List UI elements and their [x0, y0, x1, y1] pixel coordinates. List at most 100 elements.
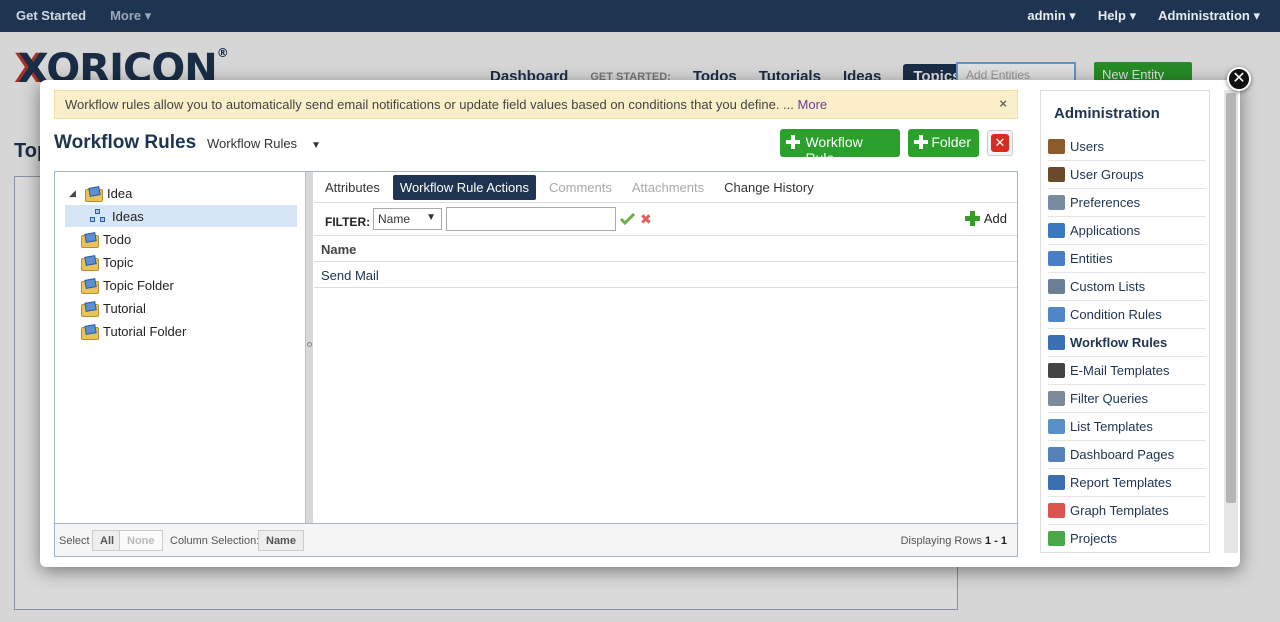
tree-item-label: Tutorial [103, 300, 146, 316]
tree-item-ideas[interactable]: Ideas [65, 205, 297, 227]
tab-attributes[interactable]: Attributes [318, 175, 387, 200]
notice-more-link[interactable]: More [798, 97, 828, 112]
tree-item-label: Tutorial Folder [103, 323, 187, 339]
sidebar-item-label: List Templates [1070, 419, 1153, 434]
sidebar-item-graph-templates[interactable]: Graph Templates [1048, 497, 1206, 525]
tab-change-history[interactable]: Change History [717, 175, 821, 200]
add-folder-button[interactable]: Folder [908, 129, 979, 157]
tab-comments: Comments [549, 179, 612, 195]
sidebar-item-users[interactable]: Users [1048, 133, 1206, 161]
sidebar-item-e-mail-templates[interactable]: E-Mail Templates [1048, 357, 1206, 385]
more-menu[interactable]: More ▾ [110, 8, 151, 24]
entities-icon [1048, 251, 1065, 266]
administration-panel: Administration Users User Groups Preferenc… [1040, 90, 1210, 553]
sidebar-item-dashboard-pages[interactable]: Dashboard Pages [1048, 441, 1206, 469]
filter-bar: FILTER: Name ▼ ✖ Add [314, 204, 1017, 236]
entity-tree: ◢ Idea Ideas Todo Topic Topic Folder Tut… [55, 172, 305, 522]
filter-label: FILTER: [325, 215, 371, 229]
get-started-link[interactable]: Get Started [16, 8, 86, 24]
tree-item-idea[interactable]: ◢ Idea [69, 182, 132, 204]
folder-icon [81, 302, 99, 317]
user-menu[interactable]: admin ▾ [1027, 8, 1075, 24]
add-action-label: Add [983, 211, 1007, 226]
workflow-rules-selector[interactable]: Workflow Rules ▼ [207, 136, 321, 151]
notice-close-icon[interactable]: × [999, 96, 1007, 111]
preferences-icon [1048, 195, 1065, 210]
tree-item-todo[interactable]: Todo [81, 228, 131, 250]
sidebar-item-entities[interactable]: Entities [1048, 245, 1206, 273]
filter-queries-icon [1048, 391, 1065, 406]
sidebar-item-user-groups[interactable]: User Groups [1048, 161, 1206, 189]
sidebar-item-label: Preferences [1070, 195, 1141, 210]
help-menu[interactable]: Help ▾ [1098, 8, 1136, 24]
sidebar-item-preferences[interactable]: Preferences [1048, 189, 1206, 217]
sidebar-item-projects[interactable]: Projects [1048, 525, 1206, 552]
table-row[interactable]: Send Mail [314, 262, 1017, 288]
folder-icon [85, 187, 103, 202]
folder-icon [81, 233, 99, 248]
detail-tabs: Attributes Workflow Rule Actions Comment… [314, 172, 1017, 203]
tree-item-topic-folder[interactable]: Topic Folder [81, 274, 174, 296]
pane-splitter[interactable] [305, 172, 313, 523]
administration-menu[interactable]: Administration ▾ [1158, 8, 1260, 24]
tree-toggle-icon[interactable]: ◢ [69, 188, 79, 199]
delete-icon: ✕ [991, 134, 1009, 152]
add-workflow-rule-button[interactable]: Workflow Rule [780, 129, 900, 166]
list-templates-icon [1048, 419, 1065, 434]
sidebar-item-label: Users [1070, 139, 1104, 154]
displaying-rows-range: 1 - 1 [984, 535, 1007, 547]
filter-field-select[interactable]: Name ▼ [373, 208, 442, 230]
tab-workflow-rule-actions[interactable]: Workflow Rule Actions [392, 174, 537, 200]
projects-icon [1048, 531, 1065, 546]
sidebar-item-label: Workflow Rules [1070, 335, 1168, 350]
select-all-button[interactable]: All [92, 530, 123, 551]
tree-item-tutorial-folder[interactable]: Tutorial Folder [81, 320, 186, 342]
filter-value-input[interactable] [446, 207, 616, 231]
grid-footer: Select All None Column Selection: Name D… [55, 523, 1017, 556]
tree-item-label: Todo [103, 231, 132, 247]
sidebar-item-label: Condition Rules [1070, 307, 1162, 322]
admin-panel-title: Administration [1054, 105, 1160, 122]
folder-icon [81, 256, 99, 271]
sidebar-item-list-templates[interactable]: List Templates [1048, 413, 1206, 441]
splitter-handle-icon[interactable] [307, 342, 312, 347]
sidebar-item-applications[interactable]: Applications [1048, 217, 1206, 245]
sidebar-item-label: Report Templates [1070, 475, 1172, 490]
report-templates-icon [1048, 475, 1065, 490]
page-title: Workflow Rules [54, 132, 197, 153]
apply-filter-icon[interactable] [620, 213, 635, 225]
modal-close-button[interactable]: ✕ [1227, 67, 1251, 91]
sidebar-item-workflow-rules[interactable]: Workflow Rules [1048, 329, 1206, 357]
plus-icon [964, 211, 980, 226]
add-folder-label: Folder [931, 134, 971, 150]
add-action-button[interactable]: Add [964, 211, 1007, 226]
sidebar-item-label: Graph Templates [1070, 503, 1169, 518]
user-icon [1048, 139, 1065, 154]
sidebar-item-label: Entities [1070, 251, 1113, 266]
tree-item-label: Topic Folder [103, 277, 174, 293]
sidebar-item-label: Dashboard Pages [1070, 447, 1175, 462]
folder-icon [81, 279, 99, 294]
column-selection-button[interactable]: Name [258, 530, 304, 551]
grid-header-name[interactable]: Name [314, 237, 1017, 262]
workflow-icon [90, 209, 106, 223]
sidebar-item-filter-queries[interactable]: Filter Queries [1048, 385, 1206, 413]
sidebar-item-condition-rules[interactable]: Condition Rules [1048, 301, 1206, 329]
sidebar-item-label: Projects [1070, 531, 1117, 546]
clear-filter-icon[interactable]: ✖ [640, 212, 652, 226]
applications-icon [1048, 223, 1065, 238]
sidebar-item-custom-lists[interactable]: Custom Lists [1048, 273, 1206, 301]
sidebar-item-label: E-Mail Templates [1070, 363, 1170, 378]
dashboard-pages-icon [1048, 447, 1065, 462]
info-notice: Workflow rules allow you to automaticall… [54, 90, 1018, 119]
tree-item-tutorial[interactable]: Tutorial [81, 297, 146, 319]
select-none-button[interactable]: None [119, 530, 163, 551]
tree-item-topic[interactable]: Topic [81, 251, 133, 273]
admin-scrollbar[interactable] [1224, 90, 1238, 553]
scrollbar-thumb[interactable] [1226, 93, 1236, 503]
tree-item-label: Idea [107, 185, 133, 201]
delete-button[interactable]: ✕ [987, 130, 1013, 156]
sidebar-item-report-templates[interactable]: Report Templates [1048, 469, 1206, 497]
sidebar-item-label: User Groups [1070, 167, 1144, 182]
workflow-rules-icon [1048, 335, 1065, 350]
